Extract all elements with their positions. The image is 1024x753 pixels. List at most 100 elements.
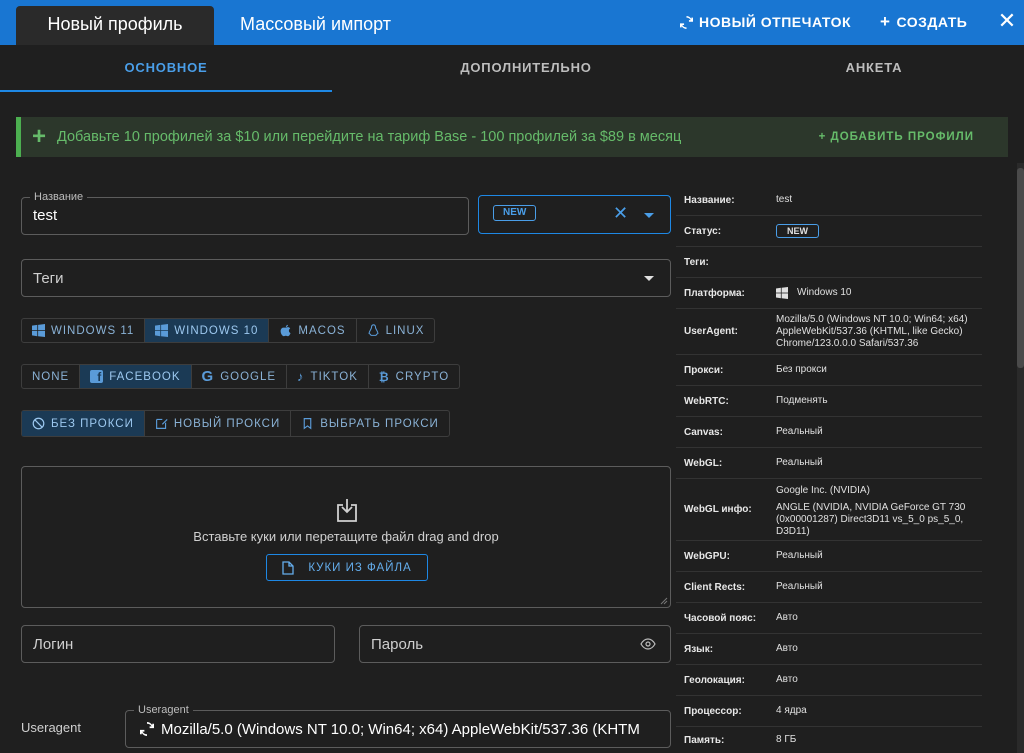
- os-windows11-label: WINDOWS 11: [51, 324, 135, 337]
- new-fingerprint-button[interactable]: НОВЫЙ ОТПЕЧАТОК: [680, 12, 851, 32]
- bookmark-icon: [303, 418, 312, 430]
- status-badge: NEW: [776, 224, 819, 238]
- apple-icon: [281, 324, 291, 337]
- summary-value: Реальный: [776, 550, 823, 561]
- os-windows11-button[interactable]: WINDOWS 11: [22, 319, 146, 342]
- linux-icon: [368, 324, 379, 336]
- bitcoin-icon: ₿: [378, 369, 390, 384]
- os-linux-label: LINUX: [385, 324, 425, 337]
- chevron-down-icon: [644, 276, 654, 281]
- tab-new-profile[interactable]: Новый профиль: [16, 6, 214, 45]
- summary-key: Часовой пояс:: [684, 612, 757, 624]
- create-button[interactable]: + СОЗДАТЬ: [880, 12, 967, 32]
- summary-key: UserAgent:: [684, 326, 738, 337]
- proxy-none-label: БЕЗ ПРОКСИ: [51, 417, 134, 430]
- plus-icon: +: [880, 12, 891, 31]
- summary-row: Статус: NEW: [676, 216, 982, 247]
- clear-icon[interactable]: ✕: [613, 203, 628, 223]
- windows-icon: [32, 324, 45, 337]
- template-google-label: GOOGLE: [220, 370, 277, 383]
- name-field[interactable]: Название test: [21, 190, 469, 235]
- summary-row: Canvas: Реальный: [676, 417, 982, 448]
- summary-key: Язык:: [684, 643, 714, 655]
- proxy-selector: БЕЗ ПРОКСИ НОВЫЙ ПРОКСИ ВЫБРАТЬ ПРОКСИ: [21, 410, 450, 437]
- os-linux-button[interactable]: LINUX: [357, 319, 435, 342]
- plus-icon: +: [31, 123, 46, 150]
- login-field[interactable]: Логин: [21, 625, 335, 663]
- summary-value: Mozilla/5.0 (Windows NT 10.0; Win64; x64…: [776, 313, 968, 349]
- summary-key: WebGL:: [684, 457, 723, 469]
- summary-value: ANGLE (NVIDIA, NVIDIA GeForce GT 730 (0x…: [776, 502, 966, 537]
- eye-icon[interactable]: [640, 638, 656, 650]
- refresh-icon: [680, 15, 693, 29]
- scrollbar-thumb[interactable]: [1017, 168, 1024, 368]
- summary-value: Реальный: [776, 457, 823, 468]
- summary-key: Прокси:: [684, 364, 724, 376]
- proxy-none-button[interactable]: БЕЗ ПРОКСИ: [22, 411, 145, 436]
- useragent-field-label: Useragent: [134, 703, 193, 717]
- summary-row: Прокси: Без прокси: [676, 355, 982, 386]
- tab-advanced[interactable]: ДОПОЛНИТЕЛЬНО: [360, 45, 692, 92]
- template-google-button[interactable]: G GOOGLE: [192, 365, 288, 388]
- cookies-from-file-button[interactable]: КУКИ ИЗ ФАЙЛА: [266, 554, 428, 581]
- cookies-dropzone[interactable]: Вставьте куки или перетащите файл drag a…: [21, 466, 671, 608]
- summary-row: WebRTC: Подменять: [676, 386, 982, 417]
- tab-mass-import[interactable]: Массовый импорт: [240, 6, 391, 45]
- useragent-field[interactable]: Useragent Mozilla/5.0 (Windows NT 10.0; …: [125, 703, 671, 748]
- proxy-choose-label: ВЫБРАТЬ ПРОКСИ: [320, 417, 439, 430]
- template-facebook-label: FACEBOOK: [109, 370, 181, 383]
- summary-row: Теги:: [676, 247, 982, 278]
- os-macos-button[interactable]: MACOS: [269, 319, 357, 342]
- summary-key: Название:: [684, 194, 735, 206]
- template-facebook-button[interactable]: f FACEBOOK: [80, 365, 192, 388]
- resize-handle-icon[interactable]: [660, 597, 668, 605]
- useragent-value: Mozilla/5.0 (Windows NT 10.0; Win64; x64…: [161, 721, 640, 738]
- summary-key: Статус:: [684, 225, 722, 237]
- summary-key: Память:: [684, 734, 725, 746]
- summary-row: Платформа: Windows 10: [676, 278, 982, 309]
- summary-row: Геолокация: Авто: [676, 665, 982, 696]
- os-windows10-button[interactable]: WINDOWS 10: [145, 319, 270, 342]
- cookies-dropzone-text: Вставьте куки или перетащите файл drag a…: [193, 529, 499, 544]
- tags-select[interactable]: Теги: [21, 259, 671, 297]
- password-placeholder: Пароль: [371, 636, 424, 653]
- tags-placeholder: Теги: [33, 270, 64, 287]
- create-label: СОЗДАТЬ: [896, 14, 968, 30]
- summary-key: Платформа:: [684, 287, 745, 299]
- new-fingerprint-label: НОВЫЙ ОТПЕЧАТОК: [699, 14, 851, 30]
- add-profiles-button[interactable]: + ДОБАВИТЬ ПРОФИЛИ: [819, 131, 974, 143]
- summary-value: Windows 10: [797, 287, 852, 298]
- close-icon[interactable]: ✕: [996, 10, 1018, 32]
- status-select[interactable]: NEW ✕: [478, 195, 671, 234]
- file-icon: [282, 560, 294, 575]
- template-crypto-button[interactable]: ₿ CRYPTO: [369, 365, 459, 388]
- summary-row: Название: test: [676, 185, 982, 216]
- summary-value: Реальный: [776, 581, 823, 592]
- proxy-new-button[interactable]: НОВЫЙ ПРОКСИ: [145, 411, 292, 436]
- summary-value: Google Inc. (NVIDIA): [776, 485, 870, 496]
- summary-value: Авто: [776, 612, 798, 623]
- useragent-side-label: Useragent: [21, 720, 81, 735]
- summary-value: Без прокси: [776, 364, 827, 375]
- cookies-from-file-label: КУКИ ИЗ ФАЙЛА: [308, 561, 412, 574]
- promo-banner: + Добавьте 10 профилей за $10 или перейд…: [16, 117, 1008, 157]
- summary-key: Canvas:: [684, 426, 723, 438]
- tiktok-icon: ♪: [297, 369, 305, 384]
- password-field[interactable]: Пароль: [359, 625, 671, 663]
- summary-key: Client Rects:: [684, 581, 746, 593]
- windows-icon: [155, 324, 169, 337]
- summary-key: Геолокация:: [684, 674, 745, 686]
- template-tiktok-button[interactable]: ♪ TIKTOK: [287, 365, 369, 388]
- tab-questionnaire[interactable]: АНКЕТА: [708, 45, 1024, 92]
- windows-icon: [776, 287, 788, 299]
- section-tabs: ОСНОВНОЕ ДОПОЛНИТЕЛЬНО АНКЕТА: [0, 45, 1024, 92]
- login-placeholder: Логин: [33, 636, 74, 653]
- summary-value: 8 ГБ: [776, 734, 797, 745]
- proxy-choose-button[interactable]: ВЫБРАТЬ ПРОКСИ: [291, 411, 449, 436]
- edit-icon: [155, 418, 168, 429]
- tab-basic[interactable]: ОСНОВНОЕ: [0, 45, 332, 92]
- summary-value: Авто: [776, 674, 798, 685]
- template-none-button[interactable]: NONE: [22, 365, 81, 388]
- proxy-new-label: НОВЫЙ ПРОКСИ: [173, 417, 281, 430]
- refresh-icon[interactable]: [140, 722, 154, 736]
